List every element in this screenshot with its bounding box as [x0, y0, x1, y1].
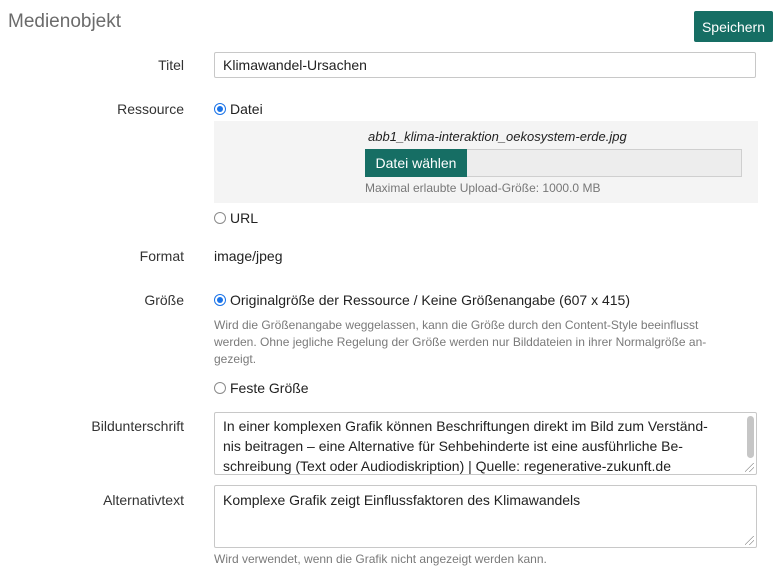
textarea-line: In einer komplexen Grafik können Beschri…: [223, 418, 708, 434]
choose-file-button[interactable]: Datei wählen: [365, 149, 467, 177]
max-upload-note: Maximal erlaubte Upload-Größe: 1000.0 MB: [365, 181, 601, 195]
textarea-scrollbar[interactable]: [747, 416, 754, 458]
format-label: Format: [139, 248, 184, 264]
groesse-help-line: Wird die Größenangabe weggelassen, kann …: [214, 318, 699, 332]
ressource-option-url[interactable]: URL: [214, 210, 258, 226]
groesse-option-original-label: Originalgröße der Ressource / Keine Größ…: [230, 292, 630, 308]
alternativtext-label: Alternativtext: [103, 492, 184, 508]
resize-grip-icon[interactable]: [745, 536, 754, 545]
resize-grip-icon[interactable]: [745, 463, 754, 472]
textarea-line: schreibung (Text oder Audiodiskription) …: [223, 458, 671, 474]
groesse-label: Größe: [144, 292, 184, 308]
groesse-help-text: Wird die Größenangabe weggelassen, kann …: [214, 317, 706, 368]
titel-label: Titel: [158, 57, 184, 73]
ressource-label: Ressource: [117, 101, 184, 117]
radio-unselected-icon[interactable]: [214, 212, 226, 224]
bildunterschrift-textarea[interactable]: In einer komplexen Grafik können Beschri…: [214, 412, 757, 475]
format-value: image/jpeg: [214, 248, 283, 264]
ressource-option-datei-label: Datei: [230, 101, 263, 117]
radio-selected-icon[interactable]: [214, 103, 226, 115]
alternativtext-help: Wird verwendet, wenn die Grafik nicht an…: [214, 552, 547, 566]
groesse-option-fest-label: Feste Größe: [230, 380, 309, 396]
alternativtext-value: Komplexe Grafik zeigt Einflussfaktoren d…: [223, 492, 581, 508]
groesse-option-original[interactable]: Originalgröße der Ressource / Keine Größ…: [214, 292, 630, 308]
ressource-option-url-label: URL: [230, 210, 259, 226]
groesse-help-line: werden. Ohne jegliche Regelung der Größe…: [214, 335, 707, 349]
titel-input[interactable]: Klimawandel-Ursachen: [214, 52, 756, 78]
alternativtext-textarea[interactable]: Komplexe Grafik zeigt Einflussfaktoren d…: [214, 485, 757, 548]
bildunterschrift-label: Bildunterschrift: [91, 418, 184, 434]
radio-selected-icon[interactable]: [214, 294, 226, 306]
textarea-line: nis beitragen – eine Alternative für Seh…: [223, 438, 683, 454]
current-filename: abb1_klima-interaktion_oekosystem-erde.j…: [368, 129, 627, 144]
groesse-help-line: gezeigt.: [214, 352, 257, 366]
ressource-option-datei[interactable]: Datei: [214, 101, 263, 117]
page-title: Medienobjekt: [8, 11, 122, 32]
radio-unselected-icon[interactable]: [214, 382, 226, 394]
save-button[interactable]: Speichern: [694, 11, 773, 42]
groesse-option-fest[interactable]: Feste Größe: [214, 380, 309, 396]
